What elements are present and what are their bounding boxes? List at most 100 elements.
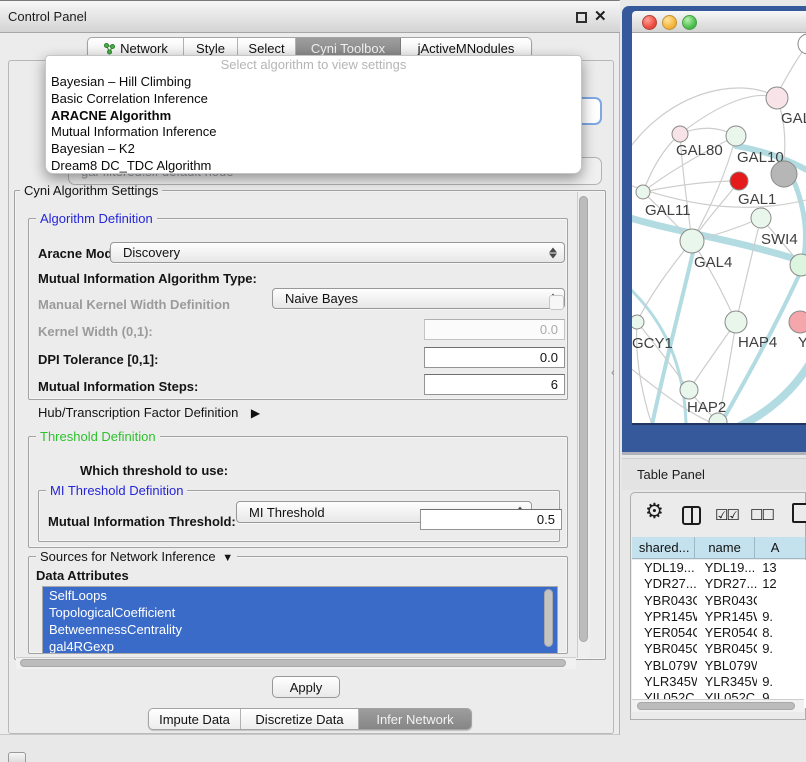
close-panel-icon[interactable]: ✕ xyxy=(594,7,607,25)
table-row[interactable]: YDR27...YDR27...12 xyxy=(632,576,806,592)
which-threshold-label: Which threshold to use: xyxy=(80,463,228,478)
tab-infer-network[interactable]: Infer Network xyxy=(359,709,471,729)
close-window-icon[interactable] xyxy=(642,15,657,30)
split-columns-icon[interactable] xyxy=(682,506,701,525)
table-cell: YPR145W xyxy=(632,609,697,625)
settings-horizontal-scrollbar-thumb[interactable] xyxy=(20,659,566,667)
expand-arrow-icon[interactable]: ▶ xyxy=(251,406,260,420)
network-canvas-bottom-edge xyxy=(632,423,806,425)
network-node[interactable] xyxy=(730,172,748,190)
table-cell: YBL079W xyxy=(697,658,758,674)
new-table-icon[interactable] xyxy=(792,503,806,523)
mi-algorithm-type-label: Mutual Information Algorithm Type: xyxy=(38,271,257,286)
attribute-item-topologicalcoefficient[interactable]: TopologicalCoefficient xyxy=(43,604,557,621)
float-window-button[interactable] xyxy=(576,12,587,23)
table-row[interactable]: YER054CYER054C8. xyxy=(632,625,806,641)
algorithm-option-bayesian-k2[interactable]: Bayesian – K2 xyxy=(46,141,581,158)
table-rows[interactable]: YDL19...YDL19...13YDR27...YDR27...12YBR0… xyxy=(632,560,806,708)
collapse-arrow-icon[interactable]: ▼ xyxy=(219,552,233,564)
network-node-gal1[interactable] xyxy=(751,208,771,228)
network-node[interactable] xyxy=(798,34,806,54)
splitpane-collapse-icon[interactable]: ‹ xyxy=(611,367,615,379)
manual-kernel-width-checkbox[interactable] xyxy=(549,295,564,310)
table-row[interactable]: YBR045CYBR045C9. xyxy=(632,641,806,657)
attribute-item-selfloops[interactable]: SelfLoops xyxy=(43,587,557,604)
table-cell: YDL19... xyxy=(697,560,758,576)
table-cell: 8. xyxy=(757,625,806,641)
network-node-gal[interactable] xyxy=(766,87,788,109)
kernel-width-field[interactable]: 0.0 xyxy=(424,319,565,340)
table-row[interactable]: YLR345WYLR345W9. xyxy=(632,674,806,690)
table-cell: 9. xyxy=(757,674,806,690)
table-horizontal-scrollbar-thumb[interactable] xyxy=(637,702,795,710)
partial-corner-button[interactable] xyxy=(8,752,26,762)
algorithm-option-dream8-dc-tdc-algorithm[interactable]: Dream8 DC_TDC Algorithm xyxy=(46,158,581,175)
column-header-a[interactable]: A xyxy=(755,537,806,558)
table-cell: 12 xyxy=(757,576,806,592)
sources-group-title[interactable]: Sources for Network Inference ▼ xyxy=(36,549,237,564)
settings-vertical-scrollbar-thumb[interactable] xyxy=(579,196,588,642)
deselect-all-checkboxes-icon[interactable]: ☐☐ xyxy=(750,506,773,524)
algorithm-definition-title: Algorithm Definition xyxy=(36,211,157,226)
algorithm-option-bayesian-hill-climbing[interactable]: Bayesian – Hill Climbing xyxy=(46,74,581,91)
network-node-y[interactable] xyxy=(789,311,806,333)
table-cell: YER054C xyxy=(632,625,697,641)
kernel-width-label: Kernel Width (0,1): xyxy=(38,324,153,339)
network-node[interactable] xyxy=(771,161,797,187)
mi-threshold-group-title: MI Threshold Definition xyxy=(46,483,187,498)
network-window-shadow xyxy=(622,452,806,455)
column-header-name[interactable]: name xyxy=(695,537,754,558)
table-cell: YBL079W xyxy=(632,658,697,674)
table-row[interactable]: YBL079WYBL079W xyxy=(632,658,806,674)
network-node-gal4[interactable] xyxy=(680,229,704,253)
network-node-gal10[interactable] xyxy=(726,126,746,146)
network-node-hap4[interactable] xyxy=(725,311,747,333)
dpi-tolerance-field[interactable]: 0.0 xyxy=(424,347,565,368)
network-node-gcy1[interactable] xyxy=(632,315,644,329)
gear-icon[interactable]: ⚙ xyxy=(645,501,664,523)
network-graph[interactable]: GALGAL80GAL10GAL1GAL11GAL4SWI4GCY1HAP4YH… xyxy=(632,33,806,423)
network-canvas[interactable]: GALGAL80GAL10GAL1GAL11GAL4SWI4GCY1HAP4YH… xyxy=(632,33,806,423)
mi-algorithm-type-combo[interactable]: Naive Bayes xyxy=(272,288,565,309)
algorithm-option-mutual-information-inference[interactable]: Mutual Information Inference xyxy=(46,124,581,141)
select-all-checkboxes-icon[interactable]: ☑☑ xyxy=(715,506,738,524)
network-node-label: GAL xyxy=(781,110,806,127)
data-attributes-list[interactable]: SelfLoopsTopologicalCoefficientBetweenne… xyxy=(42,586,558,654)
mi-threshold-field[interactable]: 0.5 xyxy=(420,509,562,530)
apply-button-label: Apply xyxy=(290,680,323,695)
zoom-window-icon[interactable] xyxy=(682,15,697,30)
network-node-label: GCY1 xyxy=(632,335,673,352)
table-header-row[interactable]: shared...nameA xyxy=(632,537,806,559)
table-row[interactable]: YBR043CYBR043C xyxy=(632,593,806,609)
column-header-shared[interactable]: shared... xyxy=(632,537,695,558)
tab-discretize-data[interactable]: Discretize Data xyxy=(241,709,359,729)
attributes-list-scrollbar-thumb[interactable] xyxy=(544,589,553,647)
algorithm-option-aracne-algorithm[interactable]: ARACNE Algorithm xyxy=(46,108,581,125)
aracne-mode-combo[interactable]: Discovery xyxy=(110,242,565,263)
tab-impute-data[interactable]: Impute Data xyxy=(149,709,241,729)
network-node-hap2[interactable] xyxy=(680,381,698,399)
attribute-item-gal4rgexp[interactable]: gal4RGexp xyxy=(43,638,557,654)
attribute-item-betweennesscentrality[interactable]: BetweennessCentrality xyxy=(43,621,557,638)
mi-steps-field[interactable]: 6 xyxy=(424,374,565,395)
mi-algorithm-type-value: Naive Bayes xyxy=(285,291,358,306)
tab-label: jActiveMNodules xyxy=(418,41,515,56)
hub-transcription-section-toggle[interactable]: Hub/Transcription Factor Definition ▶ xyxy=(38,404,260,420)
table-cell: YBR043C xyxy=(632,593,697,609)
tab-label: Style xyxy=(196,41,225,56)
control-panel-title: Control Panel xyxy=(8,1,87,33)
algorithm-option-basic-correlation-inference[interactable]: Basic Correlation Inference xyxy=(46,91,581,108)
network-node-gal80[interactable] xyxy=(672,126,688,142)
network-tab-icon xyxy=(103,42,116,55)
table-row[interactable]: YDL19...YDL19...13 xyxy=(632,560,806,576)
network-node-gal11[interactable] xyxy=(636,185,650,199)
mi-steps-label: Mutual Information Steps: xyxy=(38,379,198,394)
algorithm-popup-list: Bayesian – Hill ClimbingBasic Correlatio… xyxy=(46,74,581,175)
manual-kernel-width-label: Manual Kernel Width Definition xyxy=(38,297,230,312)
mi-steps-value: 6 xyxy=(551,377,558,392)
table-row[interactable]: YPR145WYPR145W9. xyxy=(632,609,806,625)
network-window-titlebar[interactable] xyxy=(632,11,806,33)
tab-label: Select xyxy=(248,41,284,56)
minimize-window-icon[interactable] xyxy=(662,15,677,30)
apply-button[interactable]: Apply xyxy=(272,676,340,698)
